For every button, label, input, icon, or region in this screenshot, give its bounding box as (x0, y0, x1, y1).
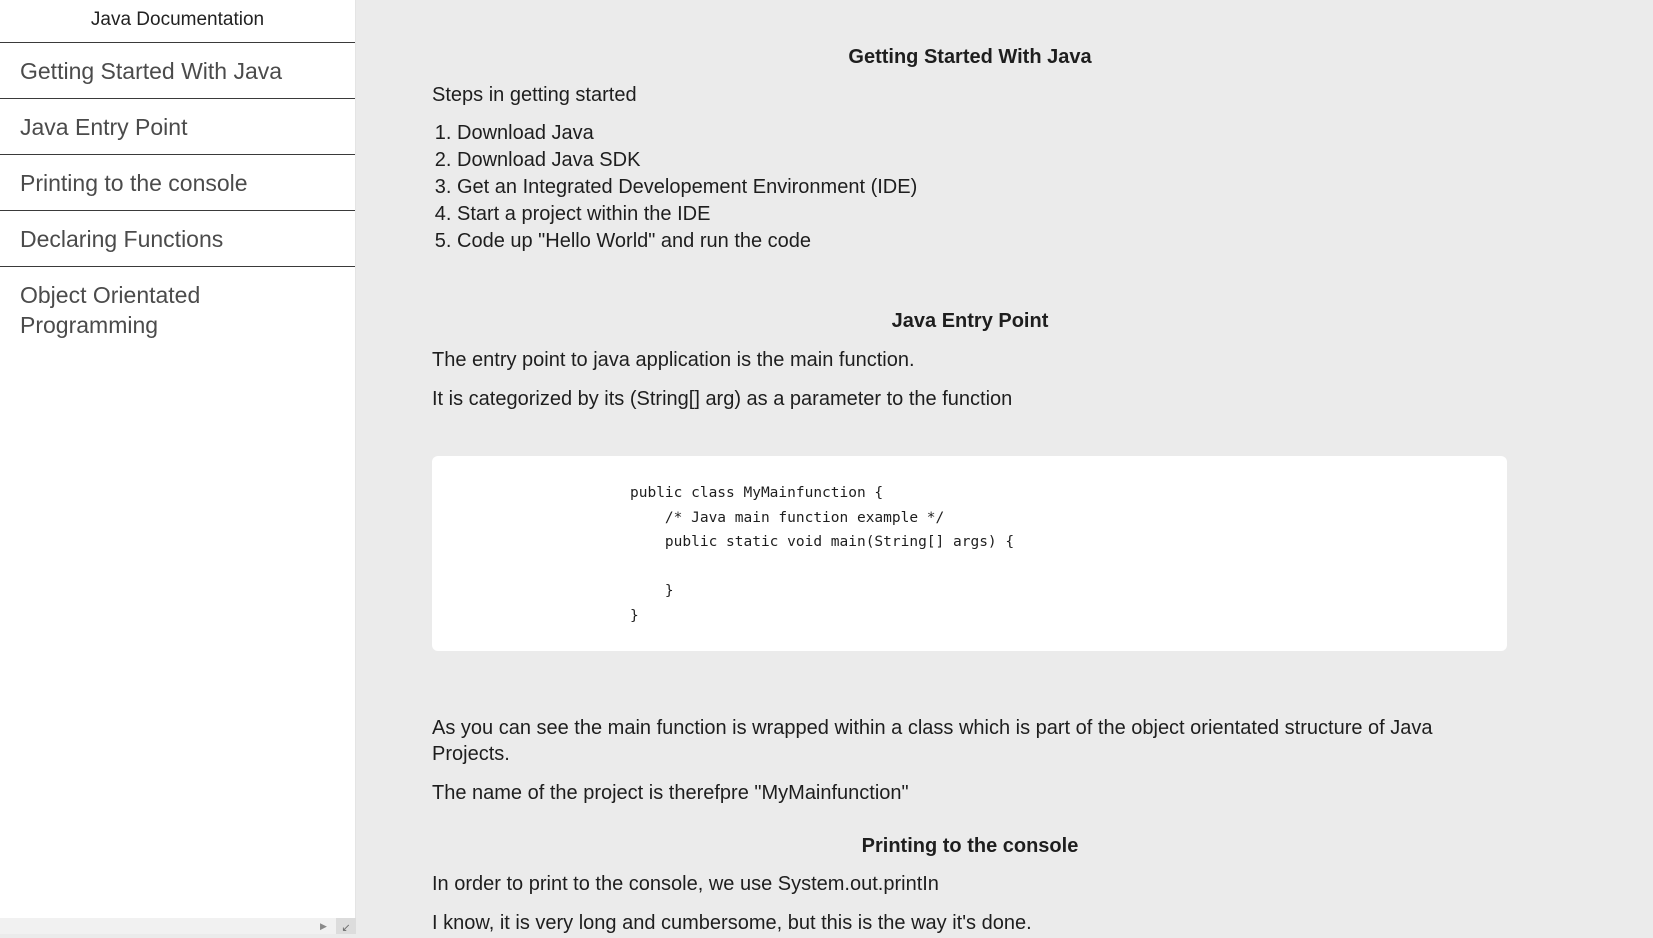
navbar: Java Documentation Getting Started With … (0, 0, 356, 934)
list-item: Start a project within the IDE (457, 201, 1508, 228)
section-title: Getting Started With Java (848, 46, 1092, 68)
list-item: Code up "Hello World" and run the code (457, 228, 1508, 255)
section-title: Printing to the console (861, 835, 1079, 857)
sidebar-horizontal-scrollbar[interactable]: ▶ ↙ (0, 918, 356, 934)
section-title: Java Entry Point (891, 310, 1049, 332)
main-doc: Getting Started With Java Steps in getti… (356, 0, 1653, 934)
paragraph: As you can see the main function is wrap… (432, 717, 1433, 765)
paragraph: I know, it is very long and cumbersome, … (432, 912, 1032, 934)
paragraph: The entry point to java application is t… (432, 349, 915, 371)
section-java-entry-point: Java Entry Point The entry point to java… (432, 308, 1508, 412)
navbar-header: Java Documentation (0, 0, 355, 43)
steps-list: Download Java Download Java SDK Get an I… (432, 120, 1508, 255)
scroll-right-arrow-icon[interactable]: ▶ (320, 921, 327, 932)
nav-link-getting-started[interactable]: Getting Started With Java (0, 43, 355, 99)
section-intro: Steps in getting started (432, 84, 637, 106)
nav-link-declaring-functions[interactable]: Declaring Functions (0, 211, 355, 267)
nav-link-printing-to-console[interactable]: Printing to the console (0, 155, 355, 211)
section-getting-started: Getting Started With Java Steps in getti… (432, 44, 1508, 255)
resize-corner-icon[interactable]: ↙ (336, 918, 356, 934)
section-printing-to-console: Printing to the console In order to prin… (432, 833, 1508, 934)
section-entry-point-explanation: As you can see the main function is wrap… (432, 715, 1508, 806)
list-item: Get an Integrated Developement Environme… (457, 174, 1508, 201)
code-text: public class MyMainfunction { /* Java ma… (630, 485, 1015, 624)
paragraph: The name of the project is therefpre "My… (432, 782, 909, 804)
nav-link-java-entry-point[interactable]: Java Entry Point (0, 99, 355, 155)
paragraph: In order to print to the console, we use… (432, 873, 939, 895)
list-item: Download Java (457, 120, 1508, 147)
list-item: Download Java SDK (457, 147, 1508, 174)
code-block: public class MyMainfunction { /* Java ma… (432, 456, 1507, 651)
nav-link-object-orientated-programming[interactable]: Object Orientated Programming (0, 267, 260, 353)
paragraph: It is categorized by its (String[] arg) … (432, 388, 1013, 410)
